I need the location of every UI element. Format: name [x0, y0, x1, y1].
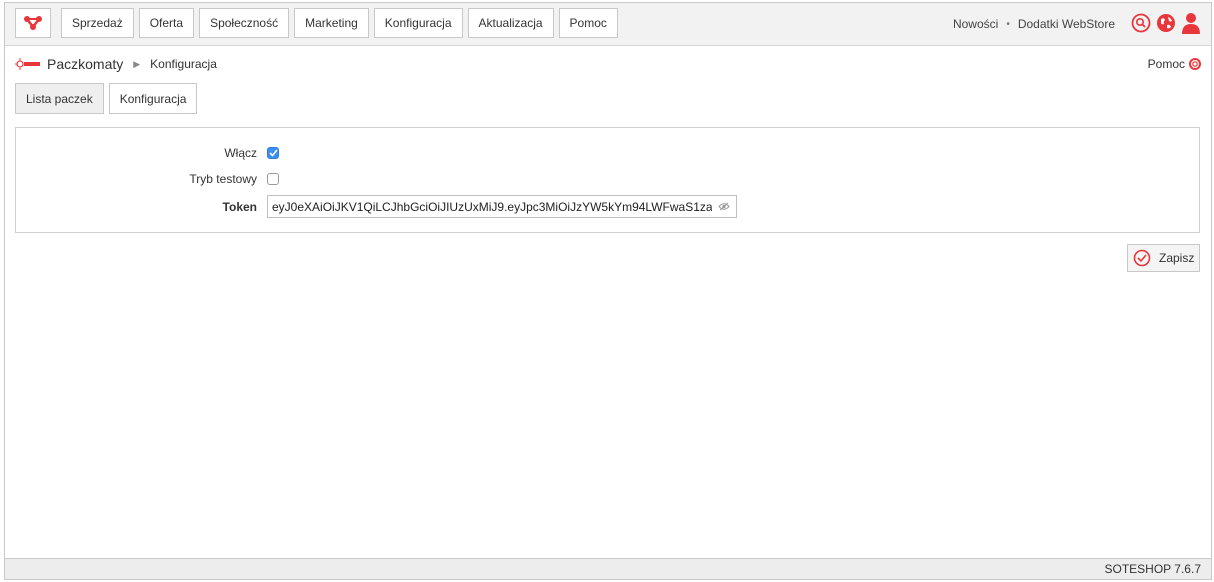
footer-bar: SOTESHOP 7.6.7 — [5, 558, 1211, 579]
globe-icon[interactable] — [1156, 13, 1176, 33]
eye-slash-icon[interactable] — [718, 202, 730, 211]
breadcrumb-arrow-icon: ▶ — [133, 58, 141, 69]
config-form: Włącz Tryb testowy Token eyJ0eXAiOiJKV1Q… — [15, 127, 1200, 233]
logo-icon — [24, 16, 42, 30]
check-circle-icon — [1133, 249, 1151, 267]
menu-marketing[interactable]: Marketing — [294, 8, 369, 38]
inpost-logo-icon — [15, 58, 40, 70]
help-label: Pomoc — [1147, 57, 1185, 71]
tab-bar: Lista paczek Konfiguracja — [15, 83, 198, 114]
test-mode-checkbox[interactable] — [267, 173, 279, 185]
checkmark-icon — [268, 149, 278, 157]
breadcrumb: Paczkomaty ▶ Konfiguracja — [15, 56, 217, 72]
enable-checkbox[interactable] — [267, 147, 279, 159]
top-navigation: Sprzedaż Oferta Społeczność Marketing Ko… — [5, 3, 1211, 46]
module-title[interactable]: Paczkomaty — [47, 56, 123, 72]
save-button[interactable]: Zapisz — [1127, 244, 1200, 272]
help-link[interactable]: Pomoc — [1148, 57, 1201, 71]
breadcrumb-page: Konfiguracja — [150, 57, 217, 71]
top-links: Nowości • Dodatki WebStore — [953, 3, 1115, 45]
tab-konfiguracja[interactable]: Konfiguracja — [108, 83, 198, 114]
token-row: Token eyJ0eXAiOiJKV1QiLCJhbGciOiJIUzUxMi… — [16, 195, 737, 218]
news-link[interactable]: Nowości — [953, 17, 998, 31]
enable-row: Włącz — [16, 146, 279, 160]
token-value: eyJ0eXAiOiJKV1QiLCJhbGciOiJIUzUxMiJ9.eyJ… — [272, 199, 712, 214]
menu-spolecznosc[interactable]: Społeczność — [199, 8, 290, 38]
lifebuoy-icon — [1189, 58, 1201, 70]
menu-pomoc[interactable]: Pomoc — [558, 8, 618, 38]
menu-konfiguracja[interactable]: Konfiguracja — [373, 8, 463, 38]
test-mode-label: Tryb testowy — [189, 172, 257, 186]
user-icon[interactable] — [1181, 12, 1201, 34]
version-label: SOTESHOP 7.6.7 — [1104, 562, 1202, 576]
test-mode-row: Tryb testowy — [16, 172, 279, 186]
app-window: Sprzedaż Oferta Społeczność Marketing Ko… — [4, 2, 1212, 580]
save-label: Zapisz — [1159, 251, 1195, 265]
menu-aktualizacja[interactable]: Aktualizacja — [467, 8, 554, 38]
top-icons — [1131, 12, 1201, 34]
menu-sprzedaz[interactable]: Sprzedaż — [61, 8, 134, 38]
home-logo-button[interactable] — [15, 8, 51, 38]
webstore-link[interactable]: Dodatki WebStore — [1018, 17, 1115, 31]
link-separator: • — [1006, 18, 1010, 30]
token-input[interactable]: eyJ0eXAiOiJKV1QiLCJhbGciOiJIUzUxMiJ9.eyJ… — [267, 195, 737, 218]
main-menu: Sprzedaż Oferta Społeczność Marketing Ko… — [61, 8, 618, 38]
tab-lista-paczek[interactable]: Lista paczek — [15, 83, 104, 114]
menu-oferta[interactable]: Oferta — [138, 8, 195, 38]
search-icon[interactable] — [1131, 13, 1151, 33]
token-label: Token — [222, 199, 257, 214]
enable-label: Włącz — [224, 146, 257, 160]
